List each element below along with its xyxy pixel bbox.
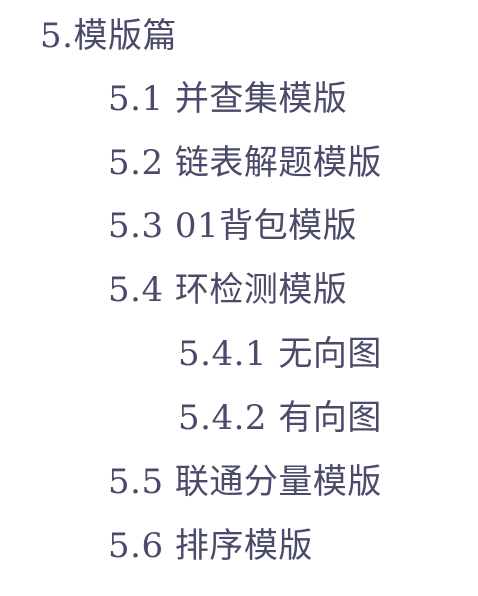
toc-item-connected-components-template[interactable]: 5.5 联通分量模版 — [108, 462, 382, 502]
toc-item-directed-graph[interactable]: 5.4.2 有向图 — [178, 398, 382, 438]
table-of-contents: 5.模版篇 5.1 并查集模版 5.2 链表解题模版 5.3 01背包模版 5.… — [0, 0, 478, 596]
toc-item-sorting-template[interactable]: 5.6 排序模版 — [108, 526, 313, 566]
toc-heading-templates[interactable]: 5.模版篇 — [40, 16, 177, 56]
toc-item-cycle-detection-template[interactable]: 5.4 环检测模版 — [108, 270, 347, 310]
toc-item-knapsack-template[interactable]: 5.3 01背包模版 — [108, 206, 357, 246]
toc-item-undirected-graph[interactable]: 5.4.1 无向图 — [178, 334, 382, 374]
toc-item-linked-list-template[interactable]: 5.2 链表解题模版 — [108, 143, 382, 183]
toc-item-union-find-template[interactable]: 5.1 并查集模版 — [108, 79, 347, 119]
